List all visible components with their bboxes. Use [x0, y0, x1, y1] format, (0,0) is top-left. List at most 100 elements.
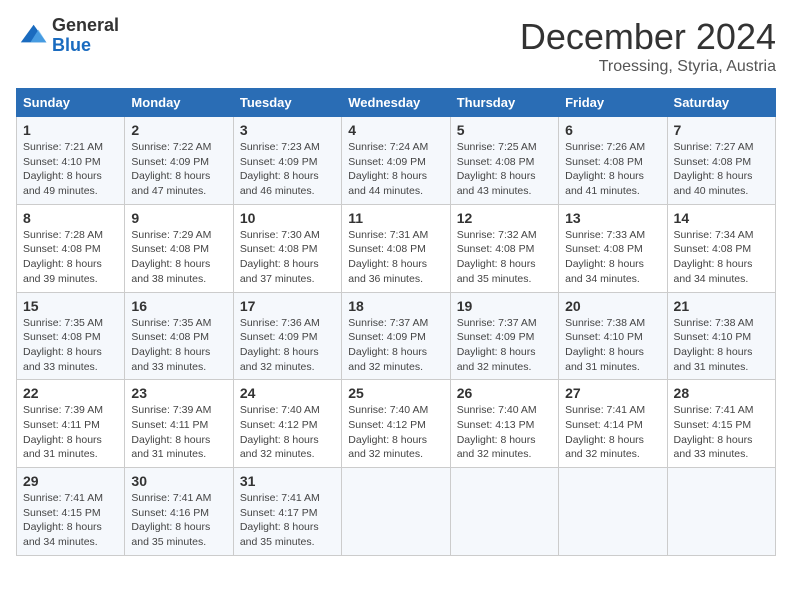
col-sunday: Sunday [17, 89, 125, 117]
logo-icon [16, 20, 48, 52]
calendar-day-cell: 6 Sunrise: 7:26 AMSunset: 4:08 PMDayligh… [559, 117, 667, 205]
day-number: 11 [348, 210, 443, 226]
day-detail: Sunrise: 7:41 AMSunset: 4:16 PMDaylight:… [131, 492, 211, 548]
day-number: 3 [240, 122, 335, 138]
day-number: 25 [348, 385, 443, 401]
day-number: 28 [674, 385, 769, 401]
day-detail: Sunrise: 7:31 AMSunset: 4:08 PMDaylight:… [348, 229, 428, 285]
day-number: 23 [131, 385, 226, 401]
calendar-day-cell: 15 Sunrise: 7:35 AMSunset: 4:08 PMDaylig… [17, 292, 125, 380]
day-detail: Sunrise: 7:41 AMSunset: 4:14 PMDaylight:… [565, 404, 645, 460]
col-tuesday: Tuesday [233, 89, 341, 117]
day-number: 16 [131, 298, 226, 314]
calendar-day-cell: 23 Sunrise: 7:39 AMSunset: 4:11 PMDaylig… [125, 380, 233, 468]
col-wednesday: Wednesday [342, 89, 450, 117]
day-detail: Sunrise: 7:35 AMSunset: 4:08 PMDaylight:… [131, 317, 211, 373]
calendar-day-cell: 11 Sunrise: 7:31 AMSunset: 4:08 PMDaylig… [342, 204, 450, 292]
calendar-day-cell: 27 Sunrise: 7:41 AMSunset: 4:14 PMDaylig… [559, 380, 667, 468]
calendar-day-cell: 3 Sunrise: 7:23 AMSunset: 4:09 PMDayligh… [233, 117, 341, 205]
calendar-day-cell: 31 Sunrise: 7:41 AMSunset: 4:17 PMDaylig… [233, 468, 341, 556]
day-detail: Sunrise: 7:37 AMSunset: 4:09 PMDaylight:… [457, 317, 537, 373]
day-detail: Sunrise: 7:21 AMSunset: 4:10 PMDaylight:… [23, 141, 103, 197]
page-header: General Blue December 2024 Troessing, St… [16, 16, 776, 76]
calendar-week-row: 8 Sunrise: 7:28 AMSunset: 4:08 PMDayligh… [17, 204, 776, 292]
day-detail: Sunrise: 7:29 AMSunset: 4:08 PMDaylight:… [131, 229, 211, 285]
day-number: 15 [23, 298, 118, 314]
calendar-empty-cell [342, 468, 450, 556]
calendar-day-cell: 2 Sunrise: 7:22 AMSunset: 4:09 PMDayligh… [125, 117, 233, 205]
calendar-day-cell: 20 Sunrise: 7:38 AMSunset: 4:10 PMDaylig… [559, 292, 667, 380]
day-number: 8 [23, 210, 118, 226]
col-monday: Monday [125, 89, 233, 117]
day-number: 29 [23, 473, 118, 489]
calendar-day-cell: 17 Sunrise: 7:36 AMSunset: 4:09 PMDaylig… [233, 292, 341, 380]
day-detail: Sunrise: 7:24 AMSunset: 4:09 PMDaylight:… [348, 141, 428, 197]
day-detail: Sunrise: 7:23 AMSunset: 4:09 PMDaylight:… [240, 141, 320, 197]
calendar-day-cell: 9 Sunrise: 7:29 AMSunset: 4:08 PMDayligh… [125, 204, 233, 292]
day-number: 20 [565, 298, 660, 314]
day-detail: Sunrise: 7:41 AMSunset: 4:15 PMDaylight:… [23, 492, 103, 548]
day-number: 13 [565, 210, 660, 226]
calendar-day-cell: 22 Sunrise: 7:39 AMSunset: 4:11 PMDaylig… [17, 380, 125, 468]
day-number: 24 [240, 385, 335, 401]
calendar-day-cell: 21 Sunrise: 7:38 AMSunset: 4:10 PMDaylig… [667, 292, 775, 380]
calendar-day-cell: 4 Sunrise: 7:24 AMSunset: 4:09 PMDayligh… [342, 117, 450, 205]
calendar-day-cell: 26 Sunrise: 7:40 AMSunset: 4:13 PMDaylig… [450, 380, 558, 468]
calendar-week-row: 29 Sunrise: 7:41 AMSunset: 4:15 PMDaylig… [17, 468, 776, 556]
day-detail: Sunrise: 7:36 AMSunset: 4:09 PMDaylight:… [240, 317, 320, 373]
calendar-day-cell: 1 Sunrise: 7:21 AMSunset: 4:10 PMDayligh… [17, 117, 125, 205]
calendar-week-row: 1 Sunrise: 7:21 AMSunset: 4:10 PMDayligh… [17, 117, 776, 205]
logo: General Blue [16, 16, 119, 56]
col-friday: Friday [559, 89, 667, 117]
day-number: 22 [23, 385, 118, 401]
day-detail: Sunrise: 7:37 AMSunset: 4:09 PMDaylight:… [348, 317, 428, 373]
calendar-empty-cell [559, 468, 667, 556]
calendar-empty-cell [450, 468, 558, 556]
day-detail: Sunrise: 7:27 AMSunset: 4:08 PMDaylight:… [674, 141, 754, 197]
calendar-day-cell: 14 Sunrise: 7:34 AMSunset: 4:08 PMDaylig… [667, 204, 775, 292]
calendar-week-row: 22 Sunrise: 7:39 AMSunset: 4:11 PMDaylig… [17, 380, 776, 468]
day-number: 6 [565, 122, 660, 138]
day-detail: Sunrise: 7:41 AMSunset: 4:17 PMDaylight:… [240, 492, 320, 548]
day-number: 18 [348, 298, 443, 314]
calendar-day-cell: 16 Sunrise: 7:35 AMSunset: 4:08 PMDaylig… [125, 292, 233, 380]
calendar-day-cell: 24 Sunrise: 7:40 AMSunset: 4:12 PMDaylig… [233, 380, 341, 468]
day-detail: Sunrise: 7:28 AMSunset: 4:08 PMDaylight:… [23, 229, 103, 285]
calendar-day-cell: 30 Sunrise: 7:41 AMSunset: 4:16 PMDaylig… [125, 468, 233, 556]
day-detail: Sunrise: 7:40 AMSunset: 4:13 PMDaylight:… [457, 404, 537, 460]
calendar-day-cell: 5 Sunrise: 7:25 AMSunset: 4:08 PMDayligh… [450, 117, 558, 205]
day-detail: Sunrise: 7:26 AMSunset: 4:08 PMDaylight:… [565, 141, 645, 197]
day-detail: Sunrise: 7:30 AMSunset: 4:08 PMDaylight:… [240, 229, 320, 285]
calendar-day-cell: 7 Sunrise: 7:27 AMSunset: 4:08 PMDayligh… [667, 117, 775, 205]
day-detail: Sunrise: 7:32 AMSunset: 4:08 PMDaylight:… [457, 229, 537, 285]
day-detail: Sunrise: 7:39 AMSunset: 4:11 PMDaylight:… [131, 404, 211, 460]
day-detail: Sunrise: 7:41 AMSunset: 4:15 PMDaylight:… [674, 404, 754, 460]
day-number: 12 [457, 210, 552, 226]
col-saturday: Saturday [667, 89, 775, 117]
calendar-week-row: 15 Sunrise: 7:35 AMSunset: 4:08 PMDaylig… [17, 292, 776, 380]
day-detail: Sunrise: 7:25 AMSunset: 4:08 PMDaylight:… [457, 141, 537, 197]
calendar-subtitle: Troessing, Styria, Austria [520, 58, 776, 76]
day-detail: Sunrise: 7:38 AMSunset: 4:10 PMDaylight:… [674, 317, 754, 373]
day-detail: Sunrise: 7:33 AMSunset: 4:08 PMDaylight:… [565, 229, 645, 285]
day-detail: Sunrise: 7:40 AMSunset: 4:12 PMDaylight:… [348, 404, 428, 460]
calendar-day-cell: 19 Sunrise: 7:37 AMSunset: 4:09 PMDaylig… [450, 292, 558, 380]
day-detail: Sunrise: 7:39 AMSunset: 4:11 PMDaylight:… [23, 404, 103, 460]
day-detail: Sunrise: 7:40 AMSunset: 4:12 PMDaylight:… [240, 404, 320, 460]
title-block: December 2024 Troessing, Styria, Austria [520, 16, 776, 76]
day-number: 27 [565, 385, 660, 401]
day-detail: Sunrise: 7:35 AMSunset: 4:08 PMDaylight:… [23, 317, 103, 373]
calendar-day-cell: 8 Sunrise: 7:28 AMSunset: 4:08 PMDayligh… [17, 204, 125, 292]
day-number: 30 [131, 473, 226, 489]
day-number: 21 [674, 298, 769, 314]
day-number: 31 [240, 473, 335, 489]
day-detail: Sunrise: 7:22 AMSunset: 4:09 PMDaylight:… [131, 141, 211, 197]
day-number: 10 [240, 210, 335, 226]
calendar-table: Sunday Monday Tuesday Wednesday Thursday… [16, 88, 776, 556]
calendar-day-cell: 29 Sunrise: 7:41 AMSunset: 4:15 PMDaylig… [17, 468, 125, 556]
day-number: 14 [674, 210, 769, 226]
day-number: 5 [457, 122, 552, 138]
calendar-day-cell: 10 Sunrise: 7:30 AMSunset: 4:08 PMDaylig… [233, 204, 341, 292]
day-number: 19 [457, 298, 552, 314]
calendar-day-cell: 13 Sunrise: 7:33 AMSunset: 4:08 PMDaylig… [559, 204, 667, 292]
